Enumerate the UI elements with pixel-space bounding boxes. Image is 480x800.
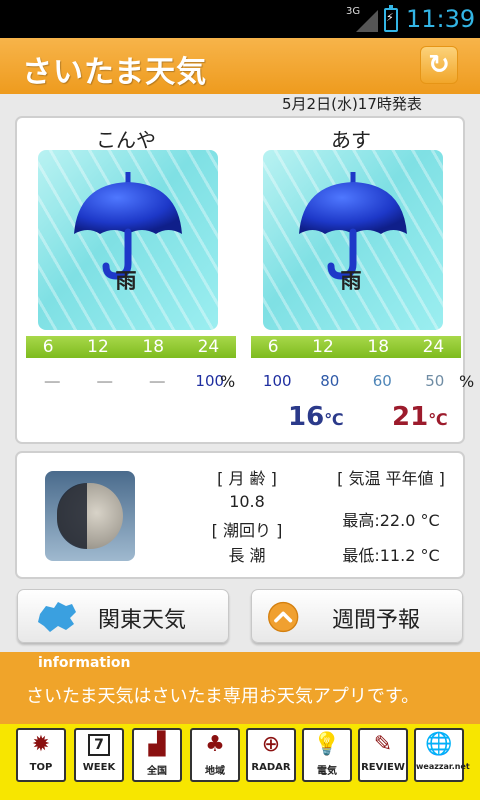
normal-temp-label: [ 気温 平年値 ] (337, 469, 445, 488)
signal-icon (356, 10, 378, 32)
bottom-nav: ✹ TOP 7 WEEK ▟ 全国 ♣ 地域 ⊕ RADAR 💡 電気 ✎ RE… (0, 724, 480, 800)
japan-map-icon: ▟ (148, 732, 166, 757)
app-title: さいたま天気 (22, 55, 208, 90)
percent-unit: % (459, 372, 475, 391)
hour-label: 12 (87, 337, 109, 357)
nav-label: 地域 (205, 766, 225, 777)
hour-label: 12 (312, 337, 334, 357)
precip-value: ― (149, 372, 165, 390)
information-title: information (38, 655, 131, 671)
hour-label: 24 (422, 337, 445, 357)
calendar-icon: 7 (76, 730, 122, 760)
weather-image (263, 150, 443, 330)
weather-text: 雨 (115, 269, 137, 293)
clock: 11:39 (406, 5, 476, 33)
sun-icon: ✹ (31, 732, 51, 757)
moon-age-value: 10.8 (229, 492, 265, 511)
hour-label: 6 (267, 337, 279, 357)
nav-label: weazzar.net (416, 762, 470, 771)
globe-icon: 🌐 (425, 732, 453, 757)
weekly-forecast-button[interactable]: 週間予報 (251, 589, 463, 643)
temp-low-value: 16 (288, 402, 325, 432)
temp-high-value: 21 (392, 402, 429, 432)
nav-label: TOP (29, 762, 53, 773)
weather-image (38, 150, 218, 330)
precip-value: ― (44, 372, 60, 390)
nav-label: RADAR (251, 762, 291, 773)
temp-low: 16℃ (288, 402, 344, 432)
nav-region[interactable]: ♣ 地域 (190, 728, 240, 782)
information-bar: information さいたま天気はさいたま専用お天気アプリです。 (0, 652, 480, 724)
kanto-weather-label: 関東天気 (98, 608, 187, 633)
nav-label: REVIEW (361, 762, 405, 773)
radar-icon: ⊕ (261, 732, 281, 757)
precip-value: 80 (320, 372, 340, 390)
precip-value: 60 (372, 372, 392, 390)
app-header: さいたま天気 ↻ (0, 38, 480, 94)
temp-unit: ℃ (324, 410, 344, 429)
tide-value: 長 潮 (228, 546, 266, 565)
nav-electricity[interactable]: 💡 電気 (302, 728, 352, 782)
temp-unit: ℃ (428, 410, 448, 429)
precip-value: 100 (262, 372, 292, 390)
nav-top[interactable]: ✹ TOP (16, 728, 66, 782)
nav-label: WEEK (82, 762, 116, 773)
hour-bar: 6 12 18 24 (26, 336, 236, 358)
pencil-icon: ✎ (373, 732, 393, 757)
forecast-panel: こんや 雨 6 12 18 24 ― ― ― 100 % 16℃ あす 雨 6 … (15, 116, 474, 444)
precip-probabilities: 100 80 60 50 (251, 370, 461, 392)
precip-value: 50 (425, 372, 445, 390)
nav-weazzar[interactable]: 🌐 weazzar.net (414, 728, 470, 782)
status-bar: 3G 11:39 (0, 0, 480, 38)
nav-label: 全国 (147, 766, 167, 777)
nav-national[interactable]: ▟ 全国 (132, 728, 182, 782)
weather-text: 雨 (340, 269, 362, 293)
hour-label: 18 (142, 337, 165, 357)
information-message: さいたま天気はさいたま専用お天気アプリです。 (26, 686, 420, 707)
moon-image (45, 471, 135, 561)
normal-high: 最高:22.0 °C (342, 511, 440, 530)
tide-label: [ 潮回り ] (211, 521, 283, 540)
refresh-icon: ↻ (428, 50, 450, 80)
nav-radar[interactable]: ⊕ RADAR (246, 728, 296, 782)
chevron-up-icon (268, 601, 299, 633)
moon-panel: [ 月 齢 ] 10.8 [ 潮回り ] 長 潮 [ 気温 平年値 ] 最高:2… (15, 451, 465, 579)
hour-label: 24 (197, 337, 220, 357)
calendar-number: 7 (88, 734, 110, 756)
weekly-forecast-label: 週間予報 (332, 608, 421, 633)
normal-low: 最低:11.2 °C (342, 546, 440, 565)
precip-probabilities: ― ― ― 100 (26, 370, 236, 392)
nav-review[interactable]: ✎ REVIEW (358, 728, 408, 782)
nav-label: 電気 (317, 766, 337, 777)
kanto-map-icon (38, 602, 76, 632)
battery-icon (384, 5, 398, 32)
precip-value: ― (97, 372, 113, 390)
hour-label: 18 (367, 337, 390, 357)
moon-age-label: [ 月 齢 ] (217, 469, 277, 488)
nav-week[interactable]: 7 WEEK (74, 728, 124, 782)
refresh-button[interactable]: ↻ (420, 46, 458, 84)
kanto-weather-button[interactable]: 関東天気 (17, 589, 229, 643)
forecast-day-label: こんや (96, 128, 156, 152)
hour-bar: 6 12 18 24 (251, 336, 461, 358)
lightbulb-icon: 💡 (313, 732, 341, 757)
forecast-day-label: あす (331, 128, 371, 152)
hour-label: 6 (42, 337, 54, 357)
percent-unit: % (220, 372, 236, 391)
issued-time: 5月2日(水)17時発表 (282, 95, 422, 113)
temp-high: 21℃ (392, 402, 448, 432)
hokkaido-map-icon: ♣ (205, 732, 225, 757)
